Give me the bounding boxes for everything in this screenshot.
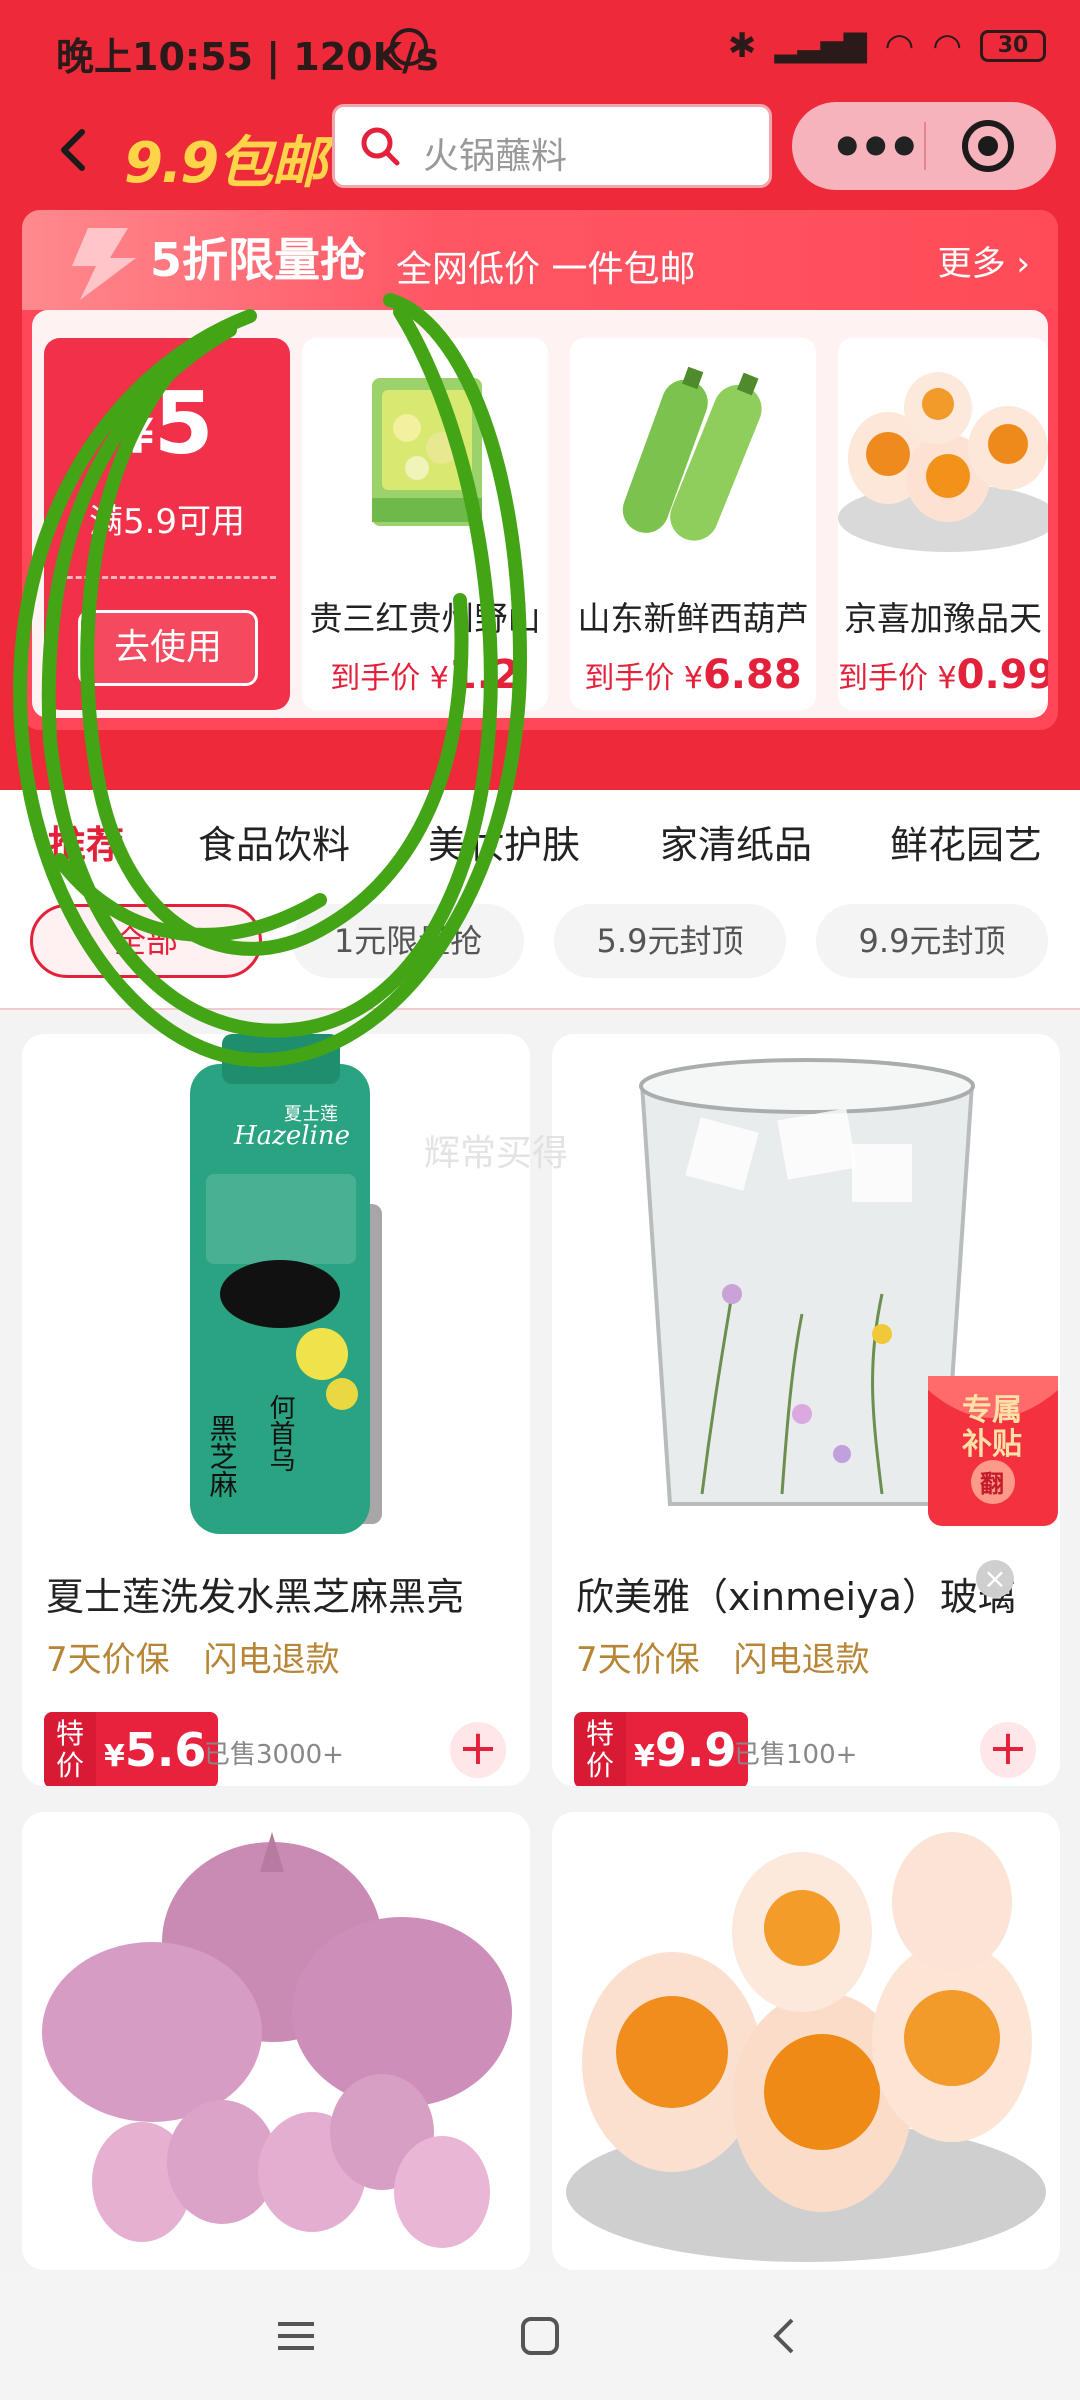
close-miniprogram-icon[interactable]: [962, 120, 1014, 172]
home-icon[interactable]: [520, 2316, 560, 2356]
product-image-garlic: [42, 1832, 512, 2248]
coupon-amount: ¥5: [120, 374, 214, 474]
red-envelope-icon: 专属 补贴 翻: [928, 1376, 1058, 1526]
special-price-label: 特价: [574, 1712, 626, 1786]
coupon-card[interactable]: ¥5 满5.9可用 去使用: [44, 338, 290, 710]
more-link[interactable]: 更多 ›: [938, 236, 1030, 285]
add-to-cart-button[interactable]: +: [980, 1722, 1036, 1778]
search-icon: [361, 127, 400, 166]
coupon-divider: [58, 576, 276, 579]
svg-text:Hazeline: Hazeline: [233, 1121, 350, 1151]
battery-icon: 30: [980, 30, 1046, 62]
filter-all[interactable]: 全部: [30, 904, 262, 978]
flash-sale-body: ¥5 满5.9可用 去使用 贵三红贵州野山 到手价 ¥1.2 山东新鲜西葫芦 到…: [32, 310, 1048, 718]
system-navigation-bar: [0, 2270, 1080, 2400]
price-filters: 全部 1元限量抢 5.9元封顶 9.9元封顶: [0, 890, 1080, 1010]
search-box[interactable]: 火锅蘸料: [332, 104, 772, 188]
watermark: 辉常买得: [424, 1133, 569, 1174]
category-tabs: 推荐 食品饮料 美妆护肤 家清纸品 鲜花园艺: [0, 790, 1080, 890]
sold-count: 已售3000+: [204, 1740, 344, 1770]
back-nav-icon[interactable]: [766, 2316, 806, 2356]
flash-item-price: 到手价 ¥6.88: [584, 652, 802, 698]
svg-text:夏士莲: 夏士莲: [284, 1104, 338, 1125]
status-bar: 晚上10:55 | 120K/s ✱ ▂▃▅▇ ◠ ◠ 30: [0, 0, 1080, 96]
search-placeholder: 火锅蘸料: [423, 136, 568, 177]
product-card[interactable]: [552, 1812, 1060, 2270]
signal-icon: ▂▃▅▇: [774, 28, 867, 64]
status-icons: ✱ ▂▃▅▇ ◠ ◠ 30: [728, 26, 1046, 66]
product-title: 夏士莲洗发水黑芝麻黑亮: [46, 1575, 465, 1619]
navigation-row: 9.9包邮 火锅蘸料 •••: [0, 100, 1080, 200]
filter-5-9-cap[interactable]: 5.9元封顶: [554, 904, 786, 978]
lightning-icon: [72, 228, 136, 300]
svg-text:黑芝麻: 黑芝麻: [206, 1414, 239, 1498]
service-tags: 7天价保 闪电退款: [576, 1640, 870, 1680]
tab-household-paper[interactable]: 家清纸品: [660, 814, 812, 869]
tab-beauty[interactable]: 美妆护肤: [428, 814, 580, 869]
svg-text:补贴: 补贴: [962, 1427, 1022, 1462]
wifi-icon: ◠: [884, 26, 915, 66]
service-tags: 7天价保 闪电退款: [46, 1640, 340, 1680]
flash-item[interactable]: 山东新鲜西葫芦 到手价 ¥6.88: [570, 338, 816, 710]
brand-title: 9.9包邮: [124, 131, 327, 196]
use-coupon-button[interactable]: 去使用: [78, 610, 258, 686]
flash-sale-header: 5折限量抢 全网低价 一件包邮 更多 ›: [22, 210, 1058, 310]
filter-1yuan[interactable]: 1元限量抢: [292, 904, 524, 978]
product-image-salted-duck-eggs: [566, 1832, 1046, 2262]
tab-food-drinks[interactable]: 食品饮料: [198, 814, 350, 869]
product-card[interactable]: [22, 1812, 530, 2270]
product-image-pickled-pepper: [372, 378, 482, 526]
capsule-divider: [924, 122, 926, 170]
flash-item-name: 山东新鲜西葫芦: [577, 599, 809, 638]
svg-text:翻: 翻: [980, 1470, 1004, 1498]
tab-recommend[interactable]: 推荐: [48, 814, 124, 869]
flash-sale-title: 5折限量抢: [150, 233, 367, 287]
more-icon[interactable]: •••: [830, 116, 922, 179]
product-image-shampoo: Hazeline 夏士莲 黑芝麻 何首乌: [190, 1034, 382, 1534]
back-icon[interactable]: [50, 120, 100, 180]
filter-9-9-cap[interactable]: 9.9元封顶: [816, 904, 1048, 978]
special-price-box: 特价 ¥9.9: [574, 1712, 749, 1786]
product-image-salted-eggs: [838, 372, 1048, 552]
flash-item[interactable]: 贵三红贵州野山 到手价 ¥1.2: [302, 338, 548, 710]
svg-text:何首乌: 何首乌: [265, 1394, 295, 1472]
flash-sale-panel: 5折限量抢 全网低价 一件包邮 更多 › ¥5 满5.9可用 去使用 贵三红贵州…: [22, 210, 1058, 730]
flash-item-name: 贵三红贵州野山: [309, 599, 541, 638]
exclusive-subsidy-badge[interactable]: 专属 补贴 翻: [922, 1366, 1064, 1538]
tab-flowers[interactable]: 鲜花园艺: [890, 814, 1042, 869]
special-price-label: 特价: [44, 1712, 96, 1786]
wifi-icon: ◠: [932, 26, 962, 66]
menu-icon[interactable]: [276, 2316, 316, 2356]
bluetooth-icon: ✱: [727, 26, 757, 66]
coupon-condition: 满5.9可用: [88, 502, 246, 542]
special-price: ¥5.6: [96, 1712, 219, 1786]
miniprogram-capsule: •••: [792, 102, 1056, 190]
flash-item[interactable]: 京喜加豫品天 到手价 ¥0.99: [838, 338, 1048, 710]
product-image-zucchini: [622, 366, 762, 541]
flash-sale-subtitle: 全网低价 一件包邮: [396, 249, 696, 290]
status-time: 晚上10:55 | 120K/s: [56, 35, 439, 79]
add-to-cart-button[interactable]: +: [450, 1722, 506, 1778]
svg-text:专属: 专属: [962, 1393, 1022, 1428]
sold-count: 已售100+: [734, 1740, 858, 1770]
flash-item-price: 到手价 ¥0.99: [838, 652, 1048, 698]
close-badge-icon[interactable]: ×: [976, 1560, 1014, 1598]
special-price-box: 特价 ¥5.6: [44, 1712, 219, 1786]
special-price: ¥9.9: [626, 1712, 749, 1786]
alarm-icon: [390, 28, 428, 66]
flash-item-price: 到手价 ¥1.2: [330, 652, 520, 698]
flash-item-name: 京喜加豫品天: [844, 599, 1042, 638]
